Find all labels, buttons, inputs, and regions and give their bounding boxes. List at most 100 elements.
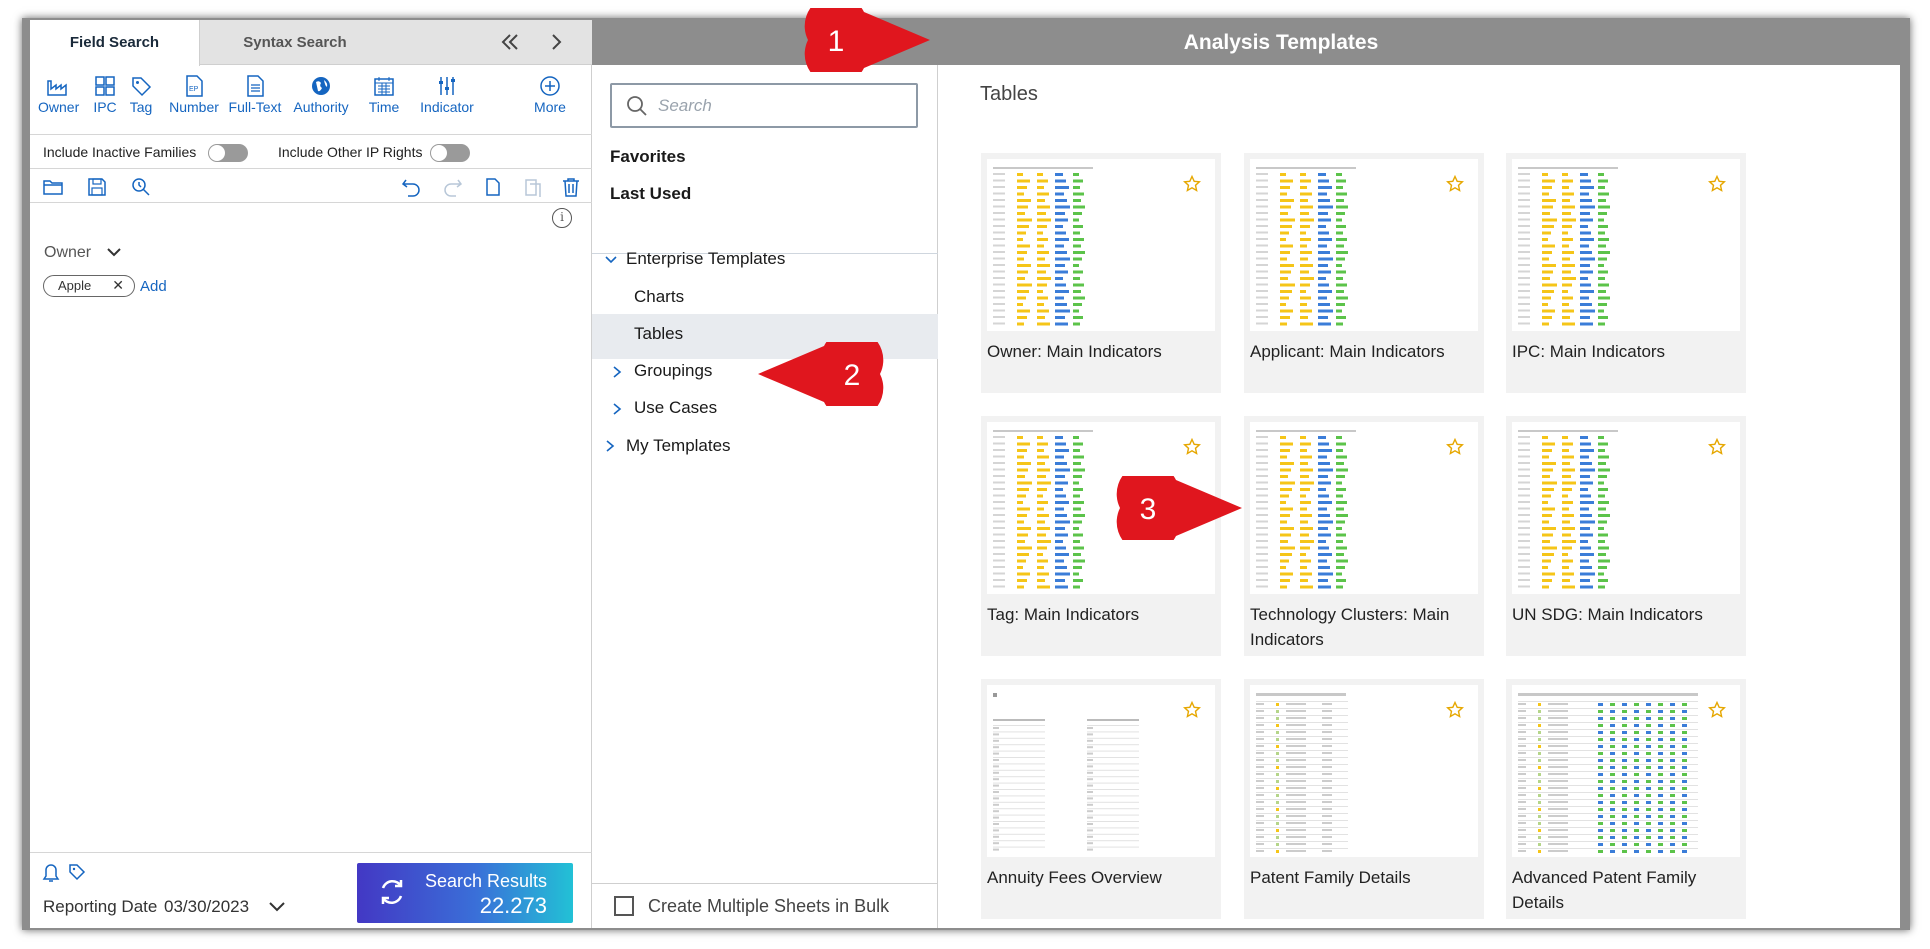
nav-last-used[interactable]: Last Used xyxy=(610,184,691,204)
favorite-star-icon[interactable] xyxy=(1707,174,1727,198)
ep-document-icon: EP xyxy=(186,75,203,97)
tab-syntax-search[interactable]: Syntax Search xyxy=(200,20,390,65)
nav-groupings[interactable]: Groupings xyxy=(634,361,712,381)
thumbnail-preview xyxy=(1256,693,1348,853)
nav-charts[interactable]: Charts xyxy=(634,287,684,307)
indicator-tool[interactable]: Indicator xyxy=(414,75,480,115)
tag-tool[interactable]: Tag xyxy=(126,75,156,115)
template-thumbnail xyxy=(1512,159,1740,331)
app-window: Field Search Syntax Search Owner IPC Tag xyxy=(30,0,1900,928)
number-tool-label: Number xyxy=(169,99,219,115)
globe-icon xyxy=(312,77,330,95)
bell-icon[interactable] xyxy=(42,863,60,888)
template-card[interactable]: Annuity Fees Overview xyxy=(981,679,1221,919)
svg-text:3: 3 xyxy=(1140,493,1157,526)
favorite-star-icon[interactable] xyxy=(1445,700,1465,724)
copy-icon[interactable] xyxy=(482,176,504,198)
thumbnail-preview xyxy=(1518,167,1618,326)
template-thumbnail xyxy=(1512,422,1740,594)
template-thumbnail xyxy=(1512,685,1740,857)
template-card[interactable]: Owner: Main Indicators xyxy=(981,153,1221,393)
redo-icon[interactable] xyxy=(442,176,464,198)
full-text-tool[interactable]: Full-Text xyxy=(226,75,284,115)
tag-icon[interactable] xyxy=(68,863,86,886)
chevron-right-icon[interactable] xyxy=(544,30,568,61)
template-card[interactable]: Technology Clusters: Main Indicators xyxy=(1244,416,1484,656)
thumbnail-preview xyxy=(1518,430,1618,589)
nav-my-templates[interactable]: My Templates xyxy=(626,436,731,456)
full-text-tool-label: Full-Text xyxy=(228,99,282,115)
paste-icon[interactable] xyxy=(522,176,544,198)
template-search[interactable] xyxy=(610,83,918,128)
criteria-chip[interactable]: Apple ✕ xyxy=(43,275,135,297)
authority-tool-label: Authority xyxy=(293,99,349,115)
search-results-label: Search Results xyxy=(425,871,548,891)
template-card[interactable]: Advanced Patent Family Details xyxy=(1506,679,1746,919)
template-thumbnail xyxy=(987,159,1215,331)
trash-icon[interactable] xyxy=(560,176,582,198)
tag-icon xyxy=(132,77,152,97)
chevron-right-icon[interactable] xyxy=(611,402,623,421)
template-card[interactable]: Patent Family Details xyxy=(1244,679,1484,919)
time-tool-label: Time xyxy=(368,99,400,115)
favorite-star-icon[interactable] xyxy=(1707,437,1727,461)
search-input[interactable] xyxy=(658,93,908,119)
add-criteria-link[interactable]: Add xyxy=(140,278,167,295)
thumbnail-preview xyxy=(1518,693,1698,853)
other-ip-rights-toggle[interactable] xyxy=(430,144,470,162)
sliders-icon xyxy=(439,77,455,95)
nav-favorites[interactable]: Favorites xyxy=(610,147,686,167)
tab-field-search[interactable]: Field Search xyxy=(30,20,200,66)
template-card-title: Tag: Main Indicators xyxy=(987,605,1140,624)
calendar-icon xyxy=(374,77,394,96)
chip-value: Apple xyxy=(58,278,92,293)
favorite-star-icon[interactable] xyxy=(1182,700,1202,724)
thumbnail-preview xyxy=(993,693,1139,851)
nav-use-cases[interactable]: Use Cases xyxy=(634,398,717,418)
ipc-tool-label: IPC xyxy=(93,99,117,115)
thumbnail-preview xyxy=(1256,167,1356,326)
section-title: Tables xyxy=(980,83,1038,105)
owner-tool[interactable]: Owner xyxy=(38,75,79,115)
inactive-families-toggle[interactable] xyxy=(208,144,248,162)
template-card[interactable]: IPC: Main Indicators xyxy=(1506,153,1746,393)
undo-icon[interactable] xyxy=(400,176,422,198)
chevron-right-icon[interactable] xyxy=(611,365,623,384)
bulk-label: Create Multiple Sheets in Bulk xyxy=(648,896,890,916)
templates-gallery: Tables Owner: Main Indicators Applicant: … xyxy=(939,65,1900,928)
favorite-star-icon[interactable] xyxy=(1445,174,1465,198)
favorite-star-icon[interactable] xyxy=(1445,437,1465,461)
reporting-date-value[interactable]: 03/30/2023 xyxy=(164,897,249,917)
remove-chip-icon[interactable]: ✕ xyxy=(112,276,124,295)
open-folder-icon[interactable] xyxy=(42,176,64,198)
favorite-star-icon[interactable] xyxy=(1182,174,1202,198)
search-icon xyxy=(627,96,647,116)
double-chevron-left-icon[interactable] xyxy=(498,30,522,61)
number-tool[interactable]: EP Number xyxy=(166,75,222,115)
favorite-star-icon[interactable] xyxy=(1182,437,1202,461)
chevron-down-icon[interactable] xyxy=(106,244,122,265)
ipc-tool[interactable]: IPC xyxy=(90,75,120,115)
save-icon[interactable] xyxy=(86,176,108,198)
more-tool-label: More xyxy=(534,99,566,115)
more-tool[interactable]: More xyxy=(530,75,570,115)
chevron-right-icon[interactable] xyxy=(604,439,616,458)
favorite-star-icon[interactable] xyxy=(1707,700,1727,724)
bulk-footer: Create Multiple Sheets in Bulk xyxy=(592,883,938,928)
nav-tables[interactable]: Tables xyxy=(634,324,683,344)
thumbnail-preview xyxy=(1256,430,1356,589)
bulk-checkbox[interactable] xyxy=(614,896,634,916)
info-icon[interactable]: i xyxy=(552,208,572,228)
search-history-icon[interactable] xyxy=(130,176,152,198)
nav-enterprise-templates[interactable]: Enterprise Templates xyxy=(626,249,785,269)
left-panel: Field Search Syntax Search Owner IPC Tag xyxy=(30,20,592,928)
chevron-down-icon[interactable] xyxy=(604,253,618,272)
template-card[interactable]: UN SDG: Main Indicators xyxy=(1506,416,1746,656)
chevron-down-icon[interactable] xyxy=(268,899,286,920)
time-tool[interactable]: Time xyxy=(364,75,404,115)
template-card-title: Advanced Patent Family Details xyxy=(1512,868,1697,912)
search-results-button[interactable]: Search Results 22.273 xyxy=(357,863,573,923)
search-tabs: Field Search Syntax Search xyxy=(30,20,592,66)
authority-tool[interactable]: Authority xyxy=(288,75,354,115)
template-card[interactable]: Applicant: Main Indicators xyxy=(1244,153,1484,393)
